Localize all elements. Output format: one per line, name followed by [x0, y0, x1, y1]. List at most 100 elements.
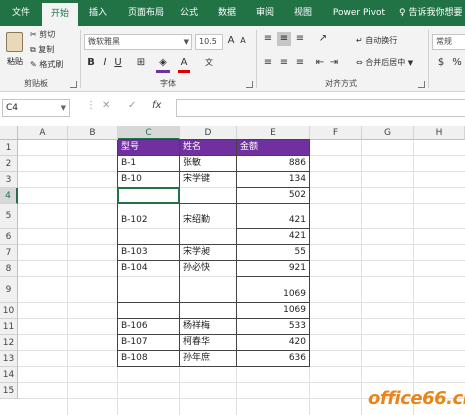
table-cell-d[interactable]: 张敏: [180, 156, 236, 171]
table-cell-d[interactable]: 孙必快: [180, 261, 236, 276]
tab-power-pivot[interactable]: Power Pivot: [326, 0, 392, 26]
increase-font-icon[interactable]: A: [226, 34, 236, 48]
table-cell-e[interactable]: 636: [237, 351, 309, 366]
borders-icon[interactable]: ⊞: [134, 56, 148, 70]
enter-icon[interactable]: ✓: [128, 100, 136, 111]
row-header-6[interactable]: 6: [0, 229, 18, 245]
decrease-indent-icon[interactable]: ⇤: [314, 56, 326, 70]
align-bottom-icon[interactable]: ≡: [294, 32, 306, 46]
table-cell-e[interactable]: 1069: [237, 303, 309, 318]
name-box[interactable]: C4 ▼: [2, 99, 70, 117]
table-cell-d[interactable]: 宋学昶: [180, 245, 236, 260]
insert-function-icon[interactable]: fx: [152, 100, 161, 111]
font-color-icon[interactable]: A: [178, 56, 190, 70]
formula-input[interactable]: [176, 99, 465, 117]
table-cell-e[interactable]: 502: [237, 188, 309, 203]
column-header-f[interactable]: F: [310, 126, 362, 140]
tab-data[interactable]: 数据: [212, 0, 242, 26]
table-cell-d[interactable]: 柯春华: [180, 335, 236, 350]
align-left-icon[interactable]: ≡: [262, 56, 274, 70]
phonetic-icon[interactable]: 文: [203, 56, 215, 70]
italic-icon[interactable]: I: [100, 56, 110, 70]
align-center-icon[interactable]: ≡: [278, 56, 290, 70]
row-header-7[interactable]: 7: [0, 245, 18, 261]
select-all-corner[interactable]: [0, 126, 18, 140]
paste-button[interactable]: 粘贴: [4, 30, 26, 74]
table-cell-d[interactable]: [180, 188, 236, 203]
table-cell-d[interactable]: [180, 303, 236, 318]
row-header-8[interactable]: 8: [0, 261, 18, 277]
orientation-icon[interactable]: ↗: [316, 32, 330, 46]
row-header-5[interactable]: 5: [0, 204, 18, 229]
row-header-12[interactable]: 12: [0, 335, 18, 351]
row-header-15[interactable]: 15: [0, 383, 18, 399]
tab-home[interactable]: 开始: [42, 3, 78, 26]
align-top-icon[interactable]: ≡: [262, 32, 274, 46]
underline-icon[interactable]: U: [113, 56, 123, 70]
row-header-3[interactable]: 3: [0, 172, 18, 188]
table-cell-c[interactable]: B-107: [118, 335, 179, 350]
table-cell-c[interactable]: [118, 229, 179, 244]
column-header-d[interactable]: D: [180, 126, 237, 140]
row-header-13[interactable]: 13: [0, 351, 18, 367]
worksheet-grid[interactable]: ABCDEFGH 1 2 3 4 5 6 7 8 9 10 11 12 13 14 15 型号 姓名 金额 B-1…: [0, 126, 465, 415]
row-header-14[interactable]: 14: [0, 367, 18, 383]
cancel-icon[interactable]: ✕: [102, 100, 110, 111]
fill-color-icon[interactable]: ◈: [156, 56, 170, 70]
table-cell-d[interactable]: 宋学键: [180, 172, 236, 187]
table-cell-c[interactable]: B-108: [118, 351, 179, 366]
column-header-e[interactable]: E: [237, 126, 310, 140]
row-header-2[interactable]: 2: [0, 156, 18, 172]
table-cell-e[interactable]: 55: [237, 245, 309, 260]
table-cell-e[interactable]: 533: [237, 319, 309, 334]
table-cell-d[interactable]: [180, 229, 236, 244]
table-cell-e[interactable]: 421: [237, 213, 309, 228]
cut-button[interactable]: ✂ 剪切: [30, 28, 55, 42]
table-cell-e[interactable]: 886: [237, 156, 309, 171]
table-header-e[interactable]: 金额: [237, 140, 309, 155]
increase-indent-icon[interactable]: ⇥: [328, 56, 340, 70]
table-cell-d[interactable]: 宋绍勤: [180, 213, 236, 228]
table-header-c[interactable]: 型号: [118, 140, 179, 155]
table-cell-c[interactable]: [118, 287, 179, 302]
alignment-launcher-icon[interactable]: [418, 81, 425, 88]
column-header-h[interactable]: H: [414, 126, 465, 140]
table-cell-c[interactable]: B-106: [118, 319, 179, 334]
currency-icon[interactable]: $: [434, 56, 448, 70]
align-middle-icon[interactable]: ≡: [277, 32, 291, 46]
table-cell-e[interactable]: 134: [237, 172, 309, 187]
table-cell-c[interactable]: B-10: [118, 172, 179, 187]
row-header-4[interactable]: 4: [0, 188, 18, 204]
tab-formulas[interactable]: 公式: [174, 0, 204, 26]
tab-page-layout[interactable]: 页面布局: [118, 0, 174, 26]
copy-button[interactable]: ⧉ 复制: [30, 43, 54, 57]
table-cell-c[interactable]: B-1: [118, 156, 179, 171]
table-cell-c[interactable]: B-104: [118, 261, 179, 276]
row-header-11[interactable]: 11: [0, 319, 18, 335]
font-size-combo[interactable]: 10.5: [195, 34, 223, 50]
tab-view[interactable]: 视图: [288, 0, 318, 26]
merge-center-button[interactable]: ⇔ 合并后居中 ▼: [356, 56, 413, 70]
font-launcher-icon[interactable]: [246, 81, 253, 88]
column-header-a[interactable]: A: [18, 126, 68, 140]
tab-review[interactable]: 审阅: [250, 0, 280, 26]
number-format-combo[interactable]: 常规: [432, 34, 465, 50]
clipboard-launcher-icon[interactable]: [70, 81, 77, 88]
wrap-text-button[interactable]: ↵ 自动换行: [356, 34, 397, 48]
bold-icon[interactable]: B: [86, 56, 96, 70]
column-header-c[interactable]: C: [118, 126, 180, 140]
table-cell-d[interactable]: 孙年庶: [180, 351, 236, 366]
table-cell-e[interactable]: 421: [237, 229, 309, 244]
active-cell-c4[interactable]: [117, 187, 180, 204]
table-cell-e[interactable]: 1069: [237, 287, 309, 302]
table-header-d[interactable]: 姓名: [180, 140, 236, 155]
table-cell-c[interactable]: B-102: [118, 213, 179, 228]
table-cell-e[interactable]: 921: [237, 261, 309, 276]
column-header-g[interactable]: G: [362, 126, 414, 140]
row-header-9[interactable]: 9: [0, 277, 18, 303]
format-painter-button[interactable]: ✎ 格式刷: [30, 58, 63, 72]
table-cell-d[interactable]: [180, 287, 236, 302]
align-right-icon[interactable]: ≡: [294, 56, 306, 70]
font-name-combo[interactable]: 微软雅黑 ▼: [84, 34, 192, 50]
table-cell-c[interactable]: B-103: [118, 245, 179, 260]
